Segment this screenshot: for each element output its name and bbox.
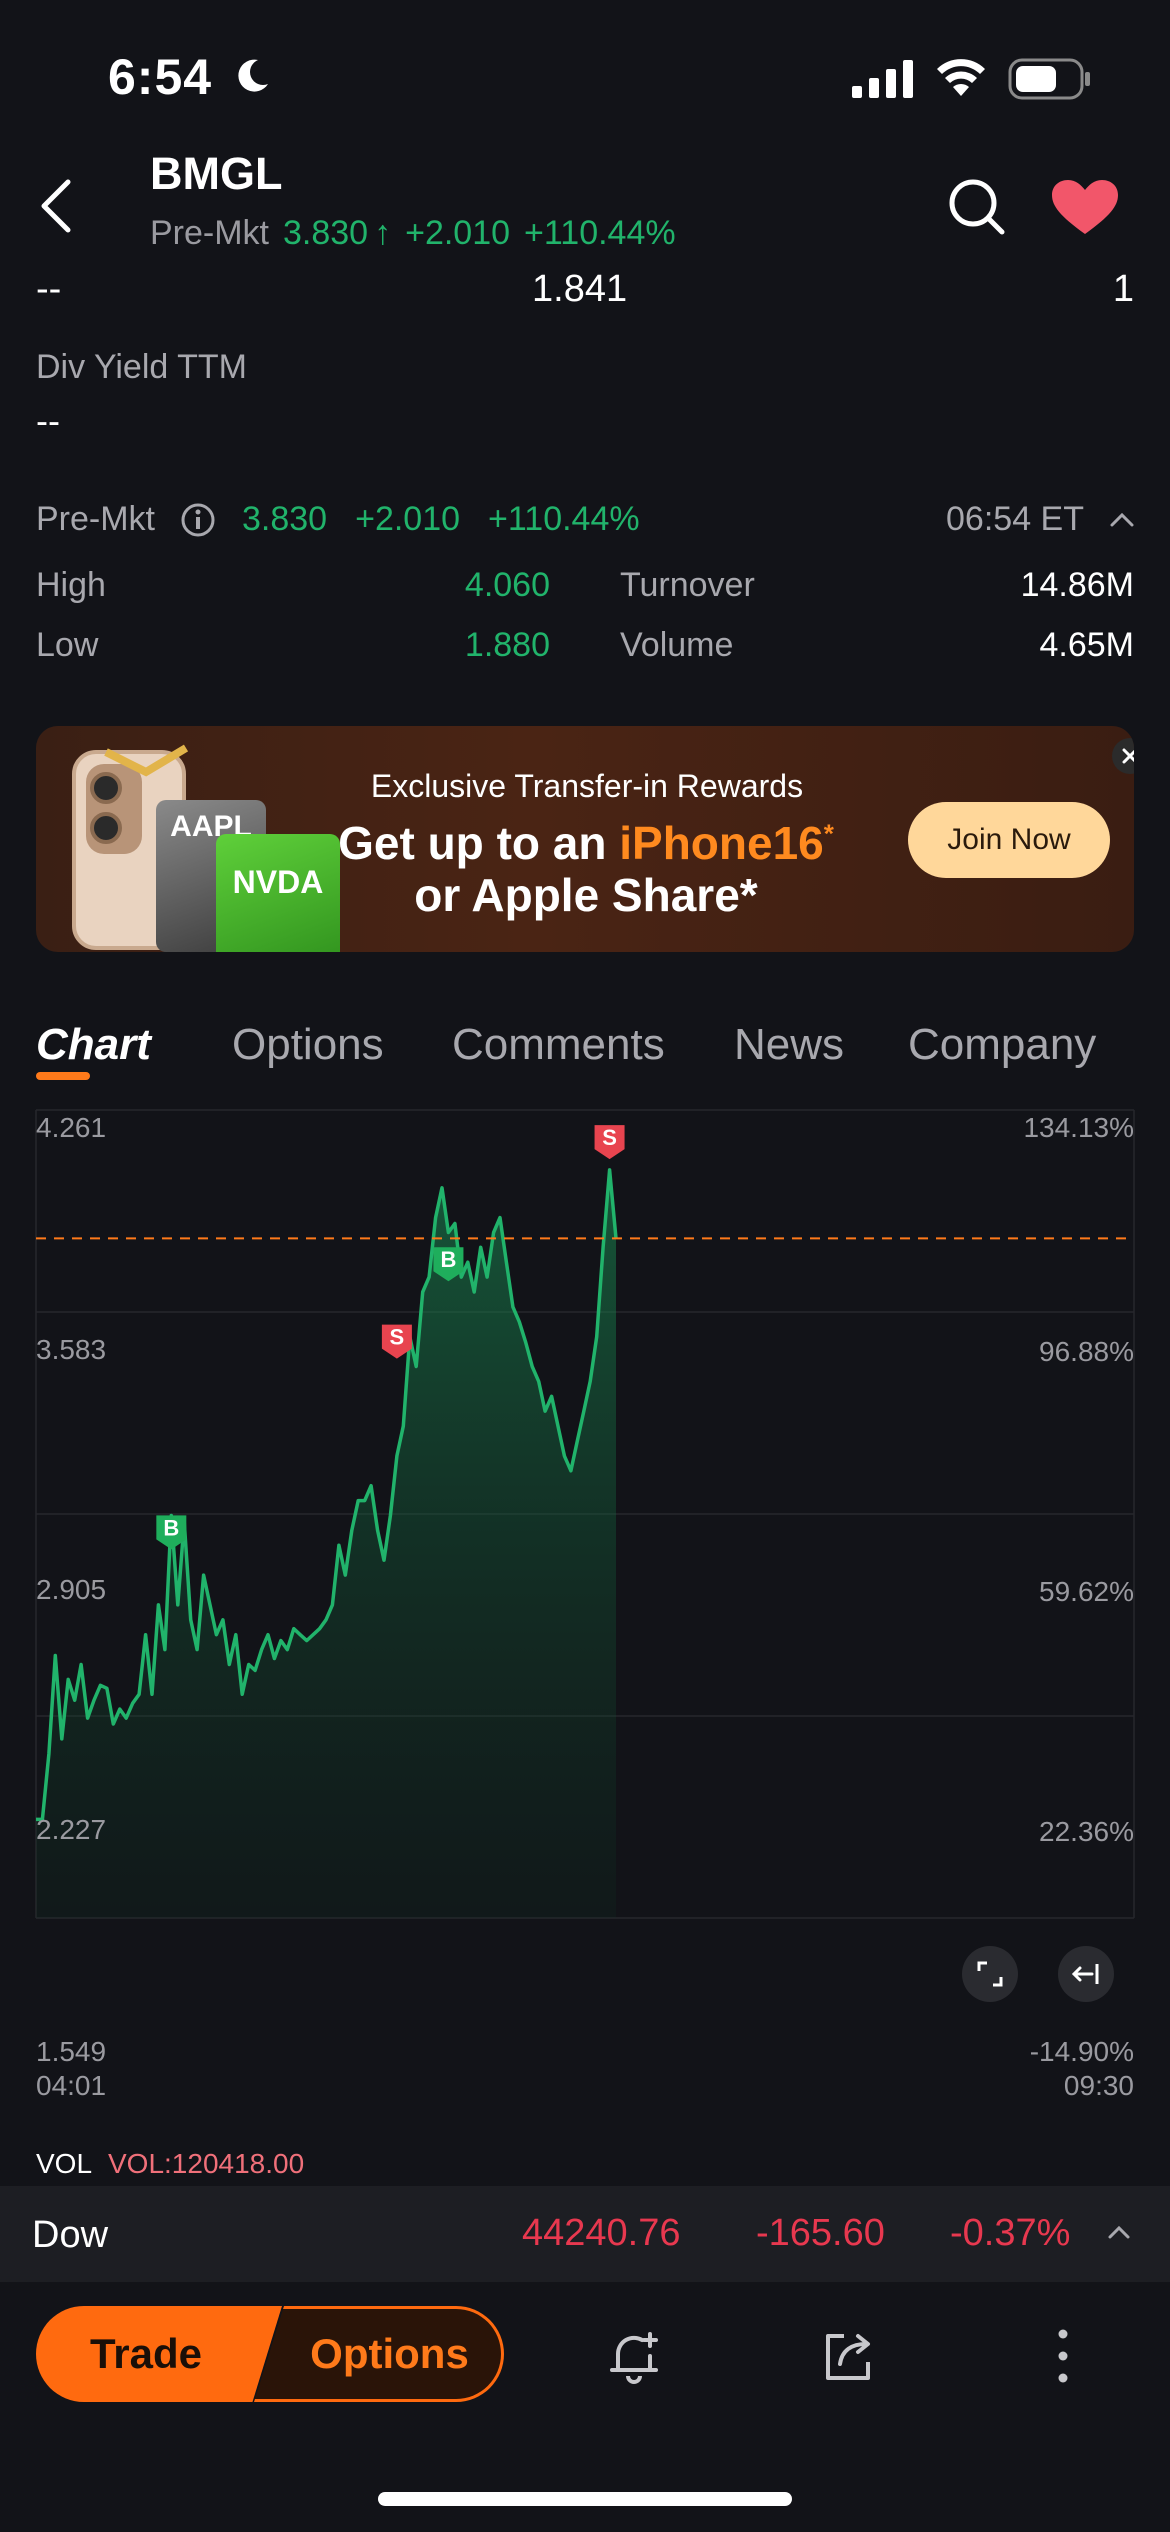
chevron-up-icon[interactable] bbox=[1108, 506, 1136, 534]
arrow-left-bar-icon bbox=[1071, 1964, 1099, 1984]
banner-headline: Exclusive Transfer-in Rewards bbox=[370, 768, 804, 804]
x-axis-tick-end: 09:30 bbox=[1063, 2070, 1134, 2101]
tab-news[interactable]: News bbox=[734, 1020, 844, 1070]
y-axis-left-tick: 3.583 bbox=[36, 1334, 107, 1365]
tab-chart[interactable]: Chart bbox=[36, 1020, 151, 1070]
summary-left-value: -- bbox=[36, 268, 62, 310]
svg-text:S: S bbox=[602, 1125, 617, 1150]
premarket-values: 3.830 +2.010 +110.44% bbox=[242, 500, 668, 539]
y-axis-left-tick: 2.227 bbox=[36, 1814, 107, 1845]
banner-offer-star: * bbox=[823, 818, 834, 849]
options-button[interactable]: Options bbox=[254, 2306, 504, 2402]
premarket-section-label: Pre-Mkt bbox=[36, 500, 155, 538]
svg-text:S: S bbox=[390, 1325, 405, 1350]
tab-options[interactable]: Options bbox=[232, 1020, 384, 1070]
volume-value: 4.65M bbox=[1039, 626, 1135, 664]
battery-icon bbox=[1008, 58, 1090, 100]
y-axis-left-tick: 1.549 bbox=[36, 2036, 107, 2067]
price-area bbox=[36, 1169, 616, 1918]
premarket-pct: +110.44% bbox=[524, 214, 676, 252]
volume-indicator-value: VOL:120418.00 bbox=[108, 2148, 305, 2179]
header-premarket-quote: Pre-Mkt 3.830 ↑ +2.010 +110.44% bbox=[150, 214, 690, 253]
tab-company[interactable]: Company bbox=[908, 1020, 1096, 1070]
y-axis-right-tick: 134.13% bbox=[1023, 1112, 1134, 1143]
banner-offer-line1: Get up to an iPhone16* bbox=[326, 816, 846, 870]
premarket-section-price: 3.830 bbox=[242, 500, 328, 538]
banner-offer-highlight: iPhone16 bbox=[619, 817, 824, 869]
banner-offer-prefix: Get up to an bbox=[338, 817, 620, 869]
premarket-section-change: +2.010 bbox=[355, 500, 461, 538]
low-value: 1.880 bbox=[464, 626, 550, 664]
home-indicator[interactable] bbox=[378, 2492, 792, 2506]
y-axis-left-tick: 2.905 bbox=[36, 1574, 107, 1605]
close-icon bbox=[1122, 748, 1134, 764]
high-value: 4.060 bbox=[464, 566, 550, 604]
index-change: -165.60 bbox=[756, 2212, 885, 2254]
tab-comments[interactable]: Comments bbox=[452, 1020, 665, 1070]
y-axis-right-tick: -14.90% bbox=[1029, 2036, 1134, 2067]
fullscreen-button[interactable] bbox=[962, 1946, 1018, 2002]
tab-chart-underline bbox=[36, 1072, 90, 1080]
status-time: 6:54 bbox=[108, 49, 213, 105]
high-label: High bbox=[36, 566, 106, 604]
favorite-heart-icon[interactable] bbox=[1050, 178, 1120, 236]
y-axis-left-tick: 4.261 bbox=[36, 1112, 107, 1143]
up-arrow-icon: ↑ bbox=[374, 214, 392, 252]
premarket-time: 06:54 ET bbox=[946, 500, 1084, 538]
more-vertical-icon[interactable] bbox=[1048, 2326, 1078, 2386]
index-price: 44240.76 bbox=[522, 2212, 681, 2254]
expand-icon bbox=[977, 1961, 1003, 1987]
moon-icon bbox=[238, 59, 268, 92]
back-icon[interactable] bbox=[36, 176, 76, 236]
cellular-signal-icon bbox=[852, 60, 913, 98]
share-icon[interactable] bbox=[818, 2326, 878, 2386]
y-axis-right-tick: 22.36% bbox=[1039, 1816, 1134, 1847]
premarket-label: Pre-Mkt bbox=[150, 214, 269, 252]
y-axis-right-tick: 96.88% bbox=[1039, 1336, 1134, 1367]
banner-close-button[interactable] bbox=[1112, 738, 1134, 774]
volume-indicator-label: VOL bbox=[36, 2148, 93, 2179]
join-now-button[interactable]: Join Now bbox=[908, 802, 1110, 878]
div-yield-value: -- bbox=[36, 400, 60, 441]
div-yield-label: Div Yield TTM bbox=[36, 348, 247, 386]
search-icon[interactable] bbox=[946, 176, 1006, 236]
index-pct: -0.37% bbox=[950, 2212, 1071, 2254]
info-icon[interactable] bbox=[180, 502, 216, 538]
promo-banner[interactable]: AAPL NVDA Exclusive Transfer-in Rewards … bbox=[36, 726, 1134, 952]
premarket-change: +2.010 bbox=[405, 214, 511, 252]
volume-label: Volume bbox=[620, 626, 734, 664]
chevron-up-icon[interactable] bbox=[1106, 2220, 1132, 2246]
turnover-label: Turnover bbox=[620, 566, 755, 604]
nvda-card: NVDA bbox=[216, 834, 340, 952]
alert-bell-plus-icon[interactable] bbox=[604, 2326, 664, 2386]
turnover-value: 14.86M bbox=[1020, 566, 1134, 604]
premarket-section-pct: +110.44% bbox=[488, 500, 640, 538]
jump-latest-button[interactable] bbox=[1058, 1946, 1114, 2002]
svg-text:B: B bbox=[440, 1247, 456, 1272]
low-label: Low bbox=[36, 626, 99, 664]
premarket-price: 3.830 bbox=[283, 214, 369, 252]
svg-text:B: B bbox=[163, 1515, 179, 1540]
x-axis-tick-start: 04:01 bbox=[36, 2070, 107, 2101]
summary-right-value: 1 bbox=[1112, 268, 1134, 310]
ticker-symbol: BMGL bbox=[150, 148, 283, 199]
price-chart[interactable]: B S B S bbox=[0, 1100, 1170, 2080]
summary-mid-value: 1.841 bbox=[532, 268, 628, 310]
y-axis-right-tick: 59.62% bbox=[1039, 1576, 1134, 1607]
trade-button[interactable]: Trade bbox=[36, 2306, 282, 2402]
sell-marker: S bbox=[594, 1125, 625, 1160]
index-name: Dow bbox=[32, 2214, 109, 2256]
banner-offer-line2: or Apple Share* bbox=[414, 869, 758, 921]
wifi-icon bbox=[937, 59, 985, 96]
